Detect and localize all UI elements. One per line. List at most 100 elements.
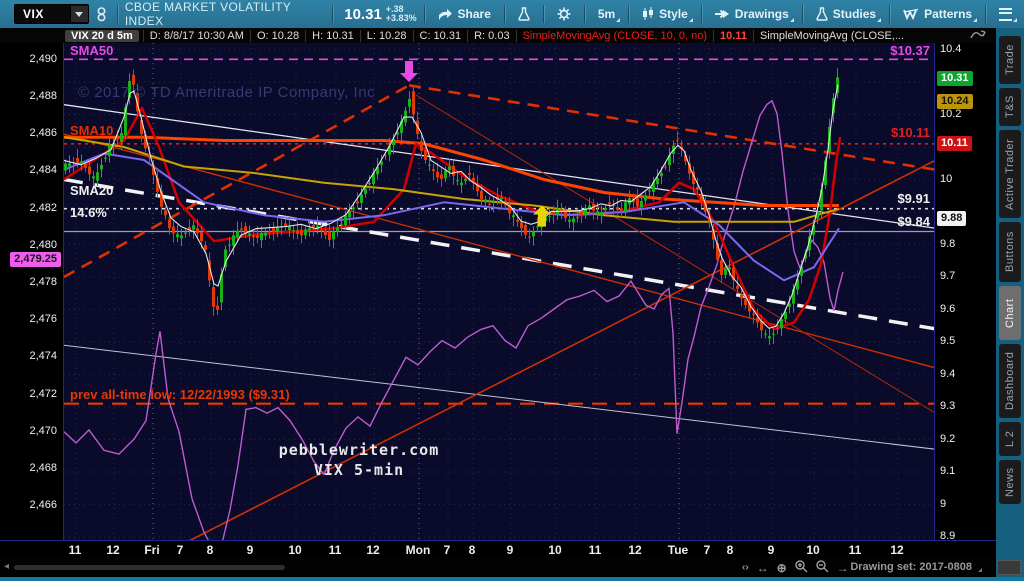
chart-annotation: SMA50: [70, 43, 113, 58]
quick-study-flask-icon[interactable]: [512, 5, 536, 23]
study2-label[interactable]: SimpleMovingAvg (CLOSE,...: [753, 30, 910, 42]
horizontal-scrollbar[interactable]: [14, 565, 285, 570]
left-axis-tick: 2,488: [29, 90, 57, 102]
studies-button[interactable]: Studies: [810, 5, 882, 23]
scroll-left-icon[interactable]: ◂: [4, 561, 9, 572]
price-level-badge: 10.31: [937, 71, 973, 86]
divider: [584, 5, 585, 23]
grid: [64, 43, 934, 540]
fit-width-icon[interactable]: ↔: [757, 561, 769, 575]
chart-annotation: 14.6%: [70, 205, 107, 220]
sma-thick-orange: [64, 137, 839, 205]
right-axis-tick: 9.2: [940, 433, 955, 445]
divider: [802, 5, 803, 23]
left-axis-tick: 2,480: [29, 239, 57, 251]
chart-plot-area[interactable]: © 2017 © TD Ameritrade IP Company, Inc SM…: [63, 43, 935, 540]
time-axis-tick: 9: [507, 543, 514, 557]
left-price-axis[interactable]: 2,4902,4882,4862,4842,4822,4802,4782,476…: [0, 43, 63, 540]
divider: [332, 5, 333, 23]
reset-scale-icon[interactable]: [970, 29, 986, 43]
ohlc-open: O: 10.28: [250, 30, 305, 42]
drawings-button[interactable]: Drawings: [709, 5, 795, 23]
timeframe-button[interactable]: 5m: [592, 5, 621, 23]
right-price-axis[interactable]: 10.410.2109.89.79.69.59.49.39.29.198.910…: [935, 43, 996, 540]
price-level-badge: 10.11: [937, 136, 972, 151]
chart-annotation: $9.84: [897, 214, 930, 229]
price-chart-canvas[interactable]: © 2017 © TD Ameritrade IP Company, Inc SM…: [64, 43, 934, 540]
time-axis-tick: Fri: [144, 543, 159, 557]
left-axis-tick: 2,482: [29, 202, 57, 214]
chart-title: VIX 20 d 5m: [65, 30, 139, 42]
link-channel-icon[interactable]: [89, 5, 110, 24]
right-axis-tick: 9.7: [940, 270, 955, 282]
zoom-out-icon[interactable]: [816, 560, 829, 576]
thinkorswim-window: VIX CBOE MARKET VOLATILITY INDEX 10.31 +…: [0, 0, 1024, 581]
divider: [985, 5, 986, 23]
time-axis-tick: 11: [589, 543, 602, 557]
sidebar-tab-dashboard[interactable]: Dashboard: [999, 344, 1021, 418]
change-percent: +3.83%: [386, 14, 417, 23]
pan-left-icon[interactable]: ‹›: [742, 562, 749, 573]
time-axis-tick: 12: [890, 543, 903, 557]
right-sidebar: Trade T&S Active Trader Buttons Chart Da…: [996, 28, 1024, 577]
style-button[interactable]: Style: [636, 5, 694, 23]
time-axis-tick: 11: [69, 543, 82, 557]
time-axis-tick: 12: [628, 543, 641, 557]
right-axis-tick: 9.8: [940, 238, 955, 250]
sidebar-tab-l2[interactable]: L 2: [999, 422, 1021, 456]
settings-gear-icon[interactable]: [551, 5, 577, 23]
right-axis-tick: 10: [940, 173, 952, 185]
chart-annotation: VIX 5-min: [314, 461, 404, 479]
down-arrow-marker[interactable]: [400, 61, 418, 82]
divider: [889, 5, 890, 23]
price-change: +.38 +3.83%: [386, 5, 417, 23]
symbol-select[interactable]: VIX: [14, 4, 89, 24]
zoom-in-icon[interactable]: [795, 560, 808, 576]
right-axis-tick: 9.4: [940, 368, 955, 380]
right-axis-tick: 10.2: [940, 108, 961, 120]
time-axis-tick: 8: [469, 543, 476, 557]
symbol-dropdown-arrow[interactable]: [70, 6, 88, 22]
candlestick-series: [64, 68, 839, 345]
sidebar-tab-chart[interactable]: Chart: [999, 286, 1021, 340]
menu-list-icon[interactable]: [993, 6, 1018, 23]
divider: [701, 5, 702, 23]
left-axis-tick: 2,490: [29, 53, 57, 65]
crosshair-icon[interactable]: ⊕: [777, 561, 787, 575]
chart-annotation: © 2017 © TD Ameritrade IP Company, Inc: [78, 84, 375, 101]
sidebar-tab-ts[interactable]: T&S: [999, 88, 1021, 126]
time-axis-tick: 12: [106, 543, 119, 557]
price-level-badge: 10.24: [937, 94, 973, 109]
right-axis-tick: 9.3: [940, 400, 955, 412]
drawing-set-label[interactable]: Drawing set: 2017-0808: [850, 561, 972, 573]
time-axis-tick: Mon: [406, 543, 431, 557]
share-button[interactable]: Share: [432, 5, 497, 23]
last-price: 10.31: [344, 6, 382, 23]
sma-red: [64, 108, 840, 329]
time-axis-tick: 10: [288, 543, 301, 557]
drawing-set-dropdown-corner: [978, 568, 982, 572]
top-toolbar: VIX CBOE MARKET VOLATILITY INDEX 10.31 +…: [0, 0, 1024, 28]
study1-value: 10.11: [713, 30, 753, 42]
left-axis-tick: 2,484: [29, 164, 57, 176]
sidebar-tab-trade[interactable]: Trade: [999, 36, 1021, 84]
time-axis-tick: 7: [444, 543, 451, 557]
pan-right-icon[interactable]: →: [837, 561, 849, 575]
ohlc-high: H: 10.31: [305, 30, 360, 42]
divider: [424, 5, 425, 23]
right-axis-tick: 10.4: [940, 43, 961, 55]
ohlc-date: D: 8/8/17 10:30 AM: [143, 30, 250, 42]
trendlines[interactable]: [64, 59, 934, 540]
symbol-description: CBOE MARKET VOLATILITY INDEX: [125, 0, 325, 28]
study1-label[interactable]: SimpleMovingAvg (CLOSE, 10, 0, no): [516, 30, 713, 42]
corner-resize-box[interactable]: [997, 560, 1021, 575]
left-axis-tick: 2,466: [29, 499, 57, 511]
sidebar-tab-buttons[interactable]: Buttons: [999, 222, 1021, 282]
time-axis[interactable]: 1112Fri789101112Mon789101112Tue789101112: [0, 540, 996, 559]
time-axis-tick: 11: [329, 543, 342, 557]
left-axis-tick: 2,472: [29, 388, 57, 400]
sidebar-tab-active-trader[interactable]: Active Trader: [999, 130, 1021, 218]
patterns-button[interactable]: Patterns: [897, 5, 978, 23]
time-axis-tick: 8: [727, 543, 734, 557]
sidebar-tab-news[interactable]: News: [999, 460, 1021, 504]
